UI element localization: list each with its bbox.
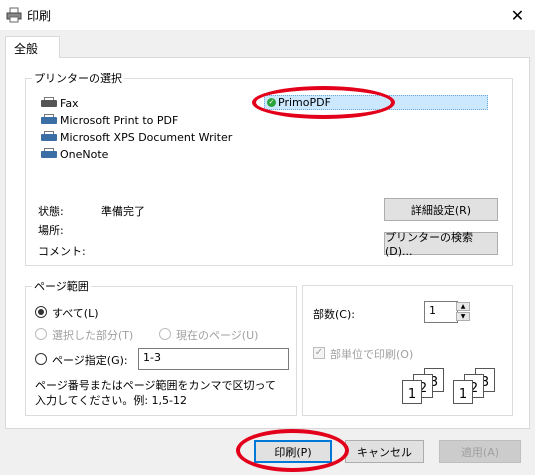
radio-current-page[interactable]	[159, 328, 171, 340]
find-printer-button-label: プリンターの検索(D)...	[385, 231, 473, 258]
cancel-button[interactable]: キャンセル	[345, 440, 424, 463]
printer-icon	[41, 148, 57, 160]
pages-input-value: 1-3	[143, 351, 161, 364]
close-button[interactable]: ✕	[500, 0, 535, 30]
printer-item-primopdf[interactable]: ✓ PrimoPDF	[264, 95, 488, 110]
apply-button[interactable]: 適用(A)	[439, 440, 521, 463]
radio-selection-label: 選択した部分(T)	[52, 329, 134, 342]
spin-down-icon[interactable]: ▼	[456, 312, 470, 321]
copies-label: 部数(C):	[313, 308, 355, 321]
printer-icon	[41, 114, 57, 126]
page-icon: 1	[402, 380, 422, 404]
printer-name: PrimoPDF	[278, 96, 331, 109]
status-label: 状態:	[38, 205, 64, 218]
printer-item-onenote[interactable]: OneNote	[41, 146, 108, 162]
printer-item-print-to-pdf[interactable]: Microsoft Print to PDF	[41, 112, 178, 128]
printer-name: Fax	[60, 96, 79, 110]
page-range-legend: ページ範囲	[34, 280, 89, 293]
radio-all-label: すべて(L)	[52, 307, 99, 320]
print-button[interactable]: 印刷(P)	[254, 440, 332, 463]
spin-up-icon[interactable]: ▲	[456, 302, 470, 311]
radio-selection[interactable]	[35, 328, 47, 340]
tab-general-label: 全般	[14, 42, 39, 56]
printer-item-fax[interactable]: Fax	[41, 95, 79, 111]
comment-label: コメント:	[38, 245, 86, 258]
copies-input[interactable]: 1	[424, 301, 458, 323]
radio-current-page-label: 現在のページ(U)	[176, 329, 259, 342]
cancel-button-label: キャンセル	[357, 445, 412, 459]
radio-all[interactable]	[35, 306, 47, 318]
printer-name: OneNote	[60, 147, 109, 161]
tab-general[interactable]: 全般	[5, 36, 60, 58]
copies-input-value: 1	[429, 304, 436, 317]
copies-stepper[interactable]: ▲ ▼	[456, 302, 472, 322]
printer-icon	[41, 131, 57, 143]
pages-input[interactable]: 1-3	[138, 348, 289, 370]
printer-item-xps[interactable]: Microsoft XPS Document Writer	[41, 129, 232, 145]
collate-checkbox[interactable]: ✓	[313, 347, 325, 359]
printer-name: Microsoft Print to PDF	[60, 113, 179, 127]
printer-icon	[6, 7, 22, 23]
window-title: 印刷	[27, 9, 52, 23]
page-range-hint: ページ番号またはページ範囲をカンマで区切って入力してください。例: 1,5-12	[35, 379, 277, 407]
printer-group-legend: プリンターの選択	[34, 72, 122, 85]
default-check-icon: ✓	[267, 98, 276, 107]
collate-label: 部単位で印刷(O)	[330, 348, 414, 361]
close-icon: ✕	[510, 5, 525, 25]
location-label: 場所:	[38, 224, 64, 237]
title-bar: 印刷 ✕	[0, 0, 535, 30]
radio-pages[interactable]	[35, 353, 47, 365]
status-value: 準備完了	[101, 205, 145, 218]
preferences-button-label: 詳細設定(R)	[410, 203, 472, 217]
fax-icon	[41, 97, 57, 109]
printer-name: Microsoft XPS Document Writer	[60, 130, 233, 144]
apply-button-label: 適用(A)	[460, 445, 500, 459]
print-button-label: 印刷(P)	[274, 445, 312, 459]
find-printer-button[interactable]: プリンターの検索(D)...	[384, 231, 498, 258]
page-icon: 1	[453, 380, 473, 404]
radio-pages-label: ページ指定(G):	[52, 354, 128, 367]
preferences-button[interactable]: 詳細設定(R)	[384, 198, 498, 221]
